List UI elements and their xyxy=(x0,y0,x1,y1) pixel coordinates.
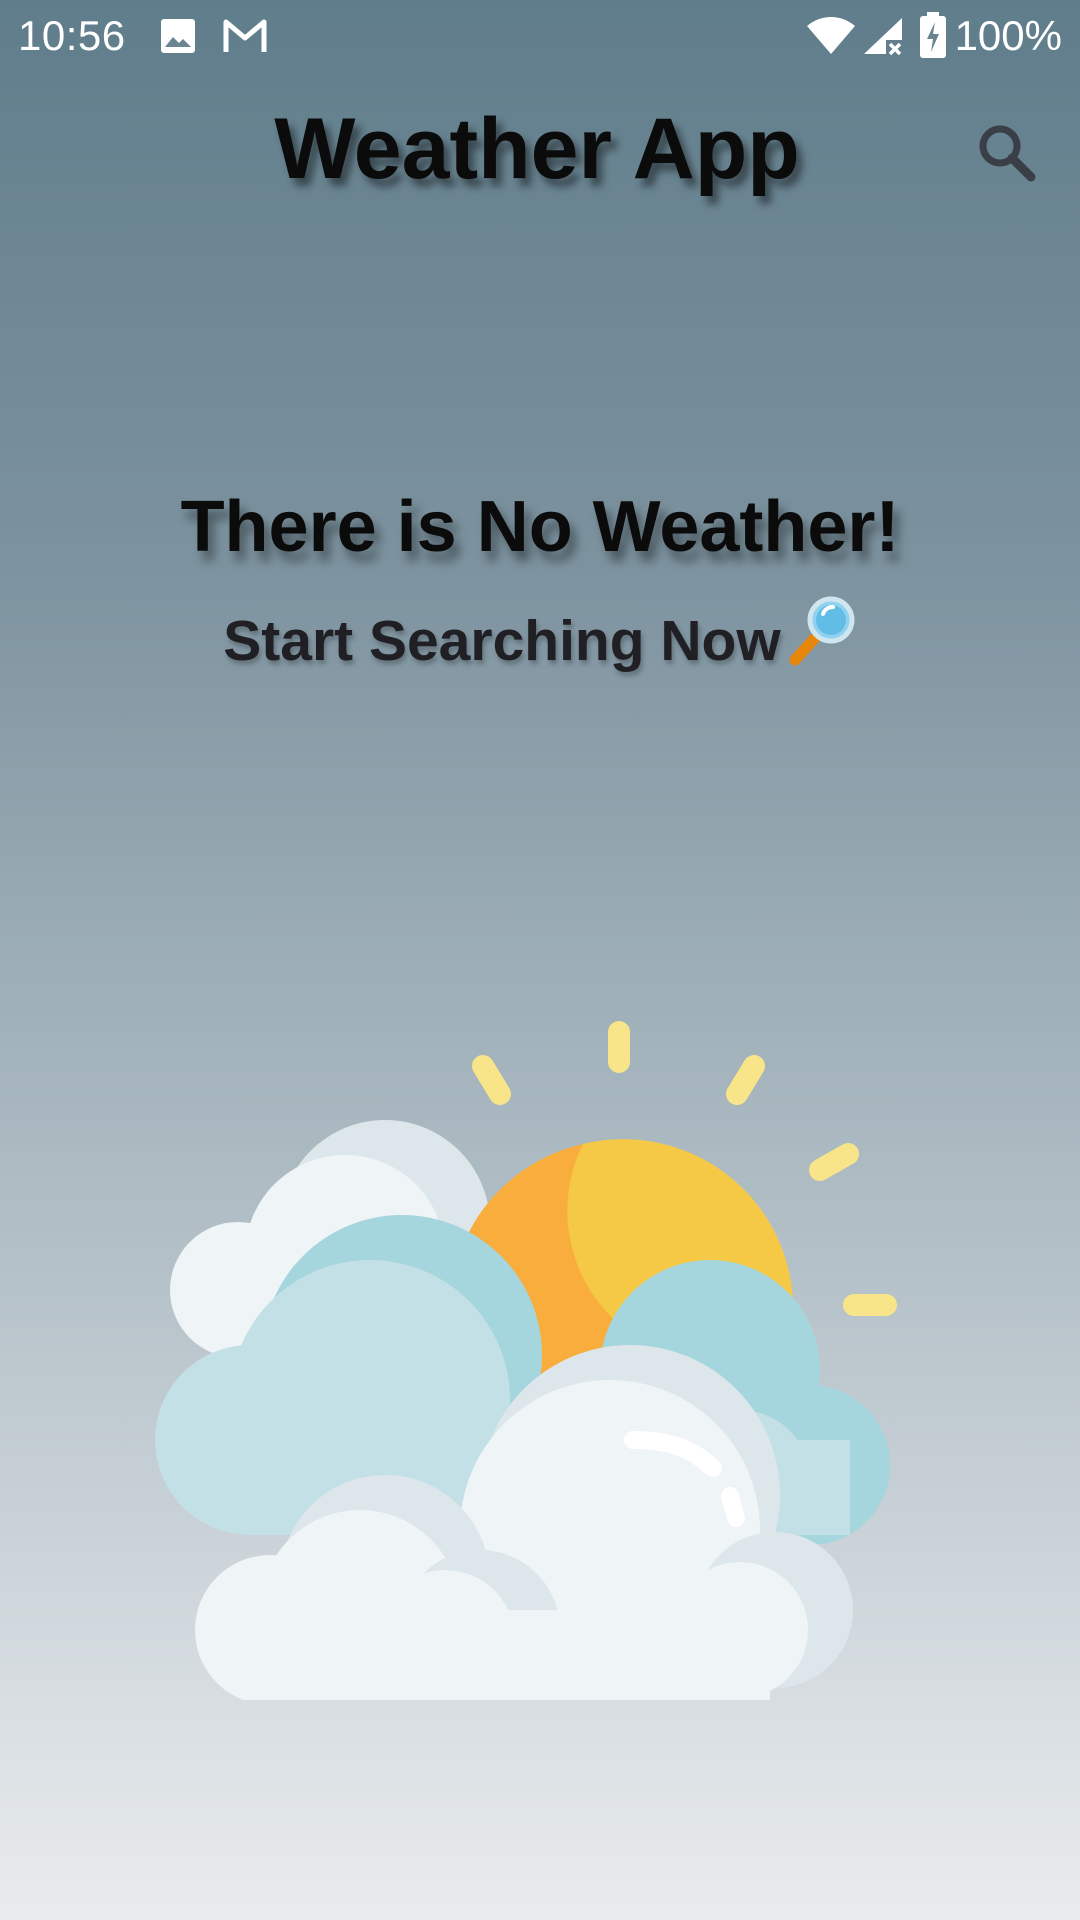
image-icon xyxy=(161,19,195,53)
battery-charging-icon xyxy=(920,12,946,58)
page-title: Weather App xyxy=(274,101,800,197)
status-time: 10:56 xyxy=(18,12,126,59)
empty-state-title: There is No Weather! xyxy=(180,487,900,567)
sun-behind-clouds-illustration xyxy=(155,1021,897,1700)
search-button[interactable] xyxy=(972,118,1044,190)
search-icon xyxy=(979,125,1036,182)
wifi-icon xyxy=(807,17,855,54)
empty-state-subtitle-text: Start Searching Now xyxy=(223,609,781,673)
battery-percentage: 100% xyxy=(954,12,1062,59)
magnifier-emoji-icon xyxy=(789,596,855,666)
cell-signal-off-icon xyxy=(864,18,902,56)
status-bar: 10:56 100% xyxy=(0,0,1080,72)
gmail-icon xyxy=(223,19,267,52)
empty-state-subtitle: Start Searching Now xyxy=(0,596,1080,674)
